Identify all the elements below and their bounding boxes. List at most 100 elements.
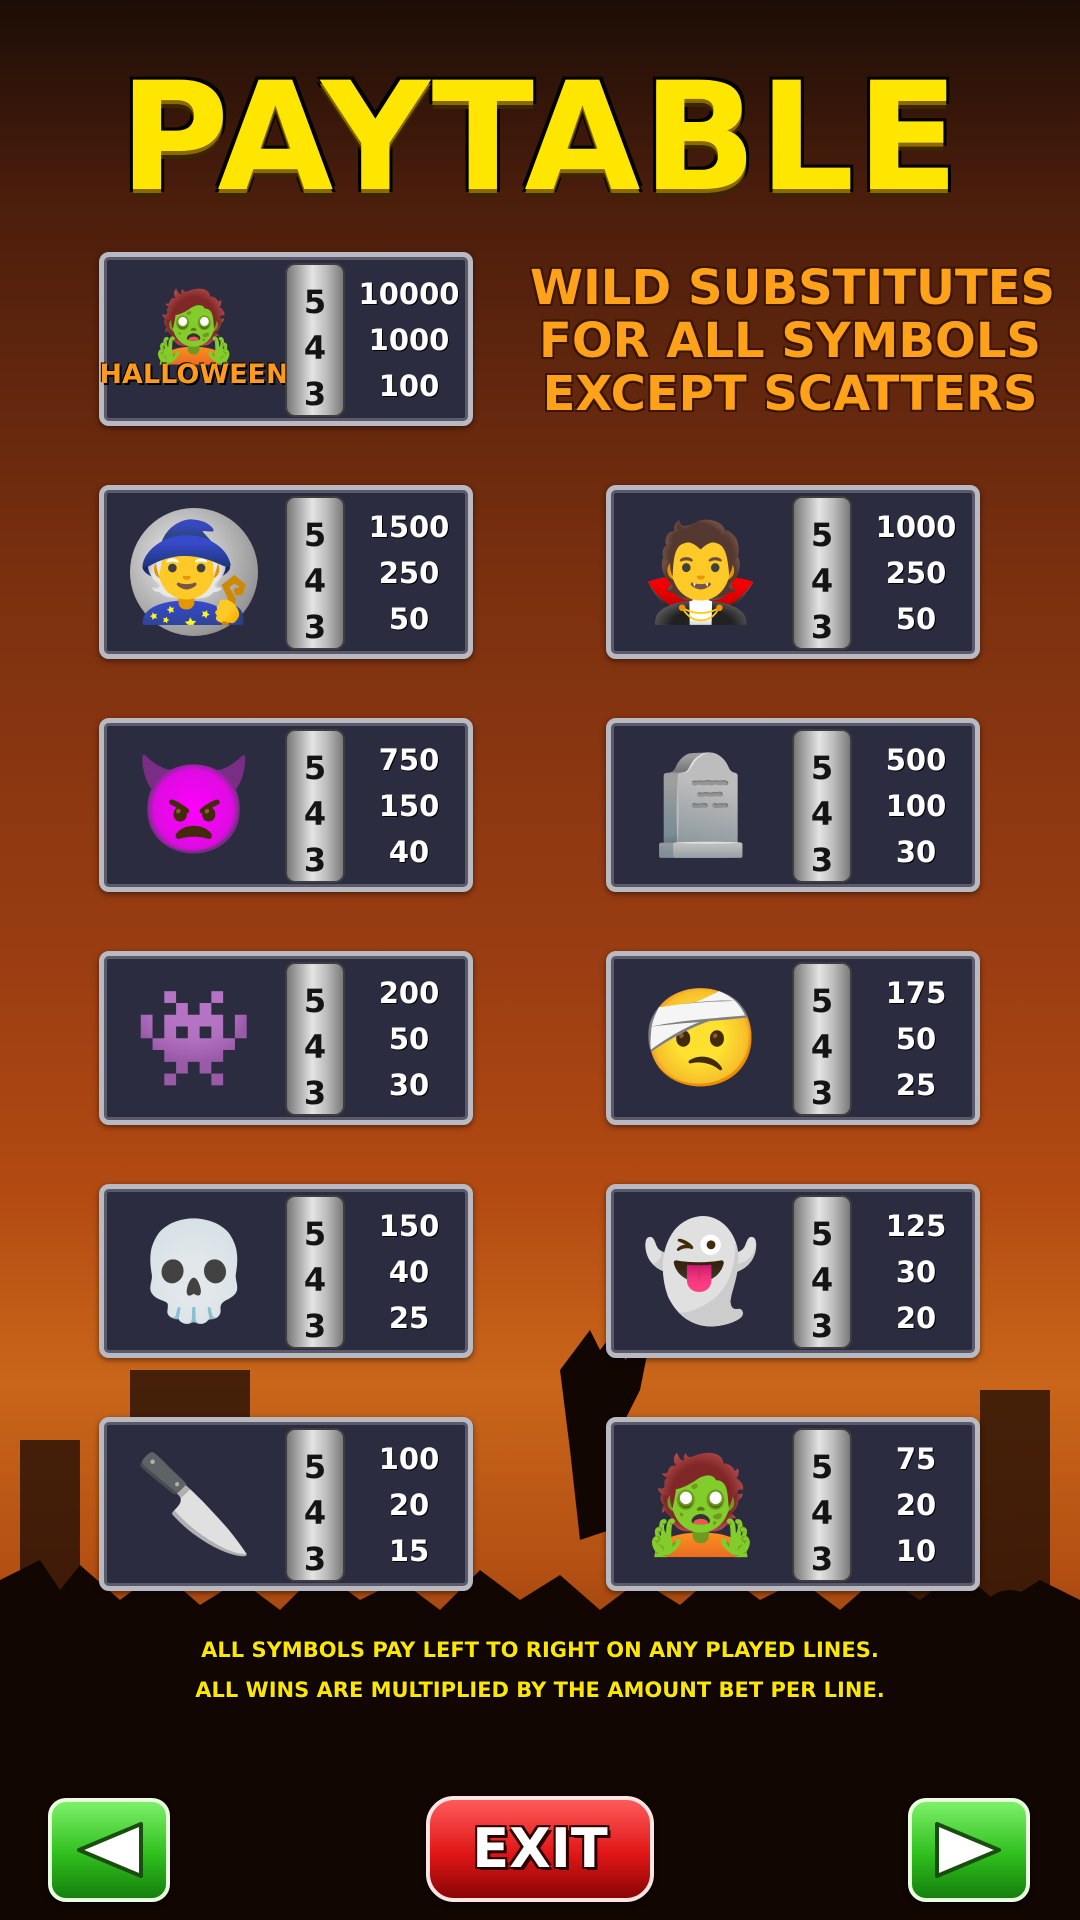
multiplier-column: 5 4 3: [285, 496, 345, 650]
multiplier-column: 5 4 3: [285, 1428, 345, 1582]
payout-value: 1500: [368, 510, 450, 544]
multiplier-4: 4: [810, 1261, 834, 1299]
previous-page-button[interactable]: [48, 1798, 170, 1902]
multiplier-5: 5: [303, 516, 327, 554]
payout-value: 30: [895, 835, 937, 869]
ghost-icon: 👻: [621, 1199, 781, 1343]
payout-value: 30: [895, 1255, 937, 1289]
payout-value: 15: [388, 1534, 430, 1568]
payout-value: 200: [378, 976, 440, 1010]
vampire-icon: 🧛: [621, 500, 781, 644]
hockey-mask-killer-icon: 🔪: [114, 1432, 274, 1576]
multiplier-column: 5 4 3: [792, 962, 852, 1116]
right-arrow-icon: [935, 1822, 1001, 1878]
payout-value: 1000: [875, 510, 957, 544]
payout-value: 20: [388, 1488, 430, 1522]
payout-value: 10000: [358, 277, 460, 311]
left-arrow-icon: [77, 1822, 143, 1878]
symbol-glyph: 👿: [134, 749, 254, 861]
payout-value: 50: [895, 602, 937, 636]
grim-reaper-icon: 💀: [114, 1199, 274, 1343]
payout-value: 500: [885, 743, 947, 777]
multiplier-3: 3: [810, 608, 834, 646]
multiplier-3: 3: [810, 1307, 834, 1345]
multiplier-4: 4: [810, 562, 834, 600]
payout-value: 250: [885, 556, 947, 590]
payout-value: 100: [885, 789, 947, 823]
paytable-card-green-monster: 👾 5 4 3 200 50 30: [99, 951, 473, 1125]
tombstone-zombie-icon: 🪦: [621, 733, 781, 877]
symbol-glyph: 🤕: [641, 982, 761, 1094]
paytable-card-witch: 🧙 5 4 3 1500 250 50: [99, 485, 473, 659]
symbol-glyph: 👻: [641, 1215, 761, 1327]
paytable-card-zombie: 🧟 5 4 3 75 20 10: [606, 1417, 980, 1591]
payout-value: 250: [378, 556, 440, 590]
paytable-card-vampire: 🧛 5 4 3 1000 250 50: [606, 485, 980, 659]
payout-value: 150: [378, 1209, 440, 1243]
exit-button[interactable]: EXIT: [426, 1796, 654, 1902]
paytable-card-masked-killer: 🔪 5 4 3 100 20 15: [99, 1417, 473, 1591]
multiplier-3: 3: [303, 841, 327, 879]
payout-value: 750: [378, 743, 440, 777]
multiplier-5: 5: [810, 1215, 834, 1253]
payout-value: 10: [895, 1534, 937, 1568]
paytable-card-tombstone: 🪦 5 4 3 500 100 30: [606, 718, 980, 892]
symbol-glyph: 🧙: [134, 516, 254, 628]
multiplier-column: 5 4 3: [792, 729, 852, 883]
multiplier-3: 3: [810, 1074, 834, 1112]
multiplier-5: 5: [810, 749, 834, 787]
multiplier-3: 3: [303, 375, 327, 413]
payout-value: 150: [378, 789, 440, 823]
payout-value: 50: [388, 602, 430, 636]
multiplier-column: 5 4 3: [285, 263, 345, 417]
payout-value: 20: [895, 1301, 937, 1335]
payout-value: 175: [885, 976, 947, 1010]
halloween-logo: HALLOWEEN: [99, 358, 289, 390]
zombie-icon: 🧟: [621, 1432, 781, 1576]
devil-icon: 👿: [114, 733, 274, 877]
green-monster-icon: 👾: [114, 966, 274, 1110]
payout-value: 40: [388, 1255, 430, 1289]
witch-icon: 🧙: [114, 500, 274, 644]
multiplier-5: 5: [810, 982, 834, 1020]
multiplier-3: 3: [303, 608, 327, 646]
footer-rule-line-1: ALL SYMBOLS PAY LEFT TO RIGHT ON ANY PLA…: [201, 1638, 879, 1662]
symbol-glyph: 🧛: [641, 516, 761, 628]
multiplier-5: 5: [303, 982, 327, 1020]
wild-note-line: WILD SUBSTITUTES: [530, 260, 1056, 316]
multiplier-4: 4: [303, 795, 327, 833]
multiplier-4: 4: [810, 1028, 834, 1066]
multiplier-column: 5 4 3: [285, 962, 345, 1116]
payout-value: 25: [895, 1068, 937, 1102]
multiplier-4: 4: [303, 1261, 327, 1299]
multiplier-5: 5: [303, 749, 327, 787]
payout-value: 40: [388, 835, 430, 869]
multiplier-column: 5 4 3: [792, 1195, 852, 1349]
multiplier-column: 5 4 3: [285, 729, 345, 883]
payout-value: 30: [388, 1068, 430, 1102]
multiplier-4: 4: [303, 1494, 327, 1532]
multiplier-4: 4: [303, 329, 327, 367]
multiplier-column: 5 4 3: [792, 1428, 852, 1582]
symbol-glyph: 👾: [134, 982, 254, 1094]
next-page-button[interactable]: [908, 1798, 1030, 1902]
footer-rule-line-2: ALL WINS ARE MULTIPLIED BY THE AMOUNT BE…: [195, 1678, 885, 1702]
multiplier-3: 3: [810, 841, 834, 879]
multiplier-3: 3: [810, 1540, 834, 1578]
payout-value: 25: [388, 1301, 430, 1335]
multiplier-5: 5: [303, 1215, 327, 1253]
multiplier-4: 4: [303, 1028, 327, 1066]
payout-value: 50: [388, 1022, 430, 1056]
paytable-card-wild: 🧟 HALLOWEEN 5 4 3 10000 1000 100: [99, 252, 473, 426]
paytable-card-ghost: 👻 5 4 3 125 30 20: [606, 1184, 980, 1358]
multiplier-5: 5: [303, 1448, 327, 1486]
multiplier-5: 5: [810, 516, 834, 554]
wild-substitutes-note: WILD SUBSTITUTES FOR ALL SYMBOLS EXCEPT …: [530, 260, 1056, 422]
multiplier-column: 5 4 3: [792, 496, 852, 650]
page-title: PAYTABLE: [119, 51, 961, 225]
multiplier-column: 5 4 3: [285, 1195, 345, 1349]
payout-value: 50: [895, 1022, 937, 1056]
payout-value: 125: [885, 1209, 947, 1243]
payout-value: 100: [378, 1442, 440, 1476]
wild-note-line: EXCEPT SCATTERS: [542, 366, 1038, 422]
